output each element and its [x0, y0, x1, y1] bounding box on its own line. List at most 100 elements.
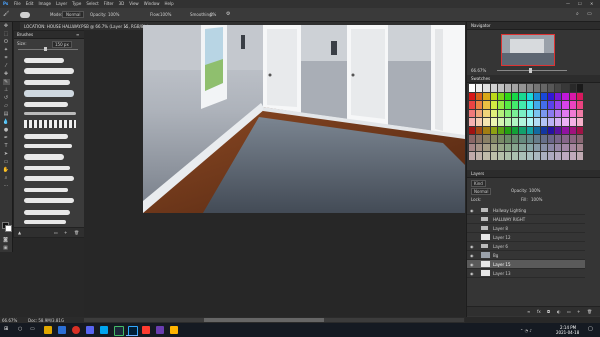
layer-row[interactable]: HALLWAY RIGHT: [467, 215, 585, 224]
color-swatch[interactable]: [562, 92, 569, 101]
color-swatch[interactable]: [476, 126, 483, 135]
color-swatch[interactable]: [576, 135, 583, 143]
layer-style-icon[interactable]: fx: [537, 309, 541, 314]
hand-tool-icon[interactable]: ✋: [3, 167, 10, 173]
menu-edit[interactable]: Edit: [26, 1, 34, 6]
layer-row[interactable]: ◉ Layer 6: [467, 242, 585, 251]
color-swatch[interactable]: [512, 101, 519, 109]
color-swatch[interactable]: [533, 101, 540, 109]
path-select-tool-icon[interactable]: ➤: [3, 151, 10, 157]
color-swatch[interactable]: [476, 84, 483, 92]
color-swatch[interactable]: [569, 152, 576, 160]
chrome-icon[interactable]: [72, 326, 80, 334]
color-swatch[interactable]: [469, 118, 476, 126]
color-swatch[interactable]: [476, 118, 483, 126]
healing-tool-icon[interactable]: ✚: [3, 71, 10, 77]
color-swatch[interactable]: [519, 143, 526, 152]
color-swatch[interactable]: [576, 126, 583, 135]
eye-icon[interactable]: ◉: [470, 244, 474, 249]
clone-stamp-tool-icon[interactable]: ⊥: [3, 87, 10, 93]
color-swatch[interactable]: [526, 135, 533, 143]
color-swatch[interactable]: [497, 101, 504, 109]
layer-row[interactable]: Layer 8: [467, 224, 585, 233]
color-swatch[interactable]: [512, 152, 519, 160]
color-swatch[interactable]: [504, 118, 512, 126]
menu-file[interactable]: File: [14, 1, 21, 6]
brush-stroke-preview[interactable]: [24, 220, 66, 224]
color-swatch[interactable]: [548, 152, 555, 160]
layer-name[interactable]: Layer 13: [493, 271, 511, 276]
navigator-zoom-slider[interactable]: [497, 70, 567, 71]
color-swatch[interactable]: [469, 92, 476, 101]
color-swatch[interactable]: [576, 118, 583, 126]
color-swatch[interactable]: [533, 118, 540, 126]
color-swatch[interactable]: [526, 101, 533, 109]
color-swatch[interactable]: [504, 84, 512, 92]
color-swatch[interactable]: [555, 109, 562, 118]
menu-3d[interactable]: 3D: [119, 1, 125, 6]
color-swatch[interactable]: [576, 143, 583, 152]
layer-name[interactable]: Hallway Lighting: [493, 208, 526, 213]
windows-start-icon[interactable]: ⊞: [4, 326, 8, 332]
store-icon[interactable]: [100, 326, 108, 334]
steam-icon[interactable]: [114, 326, 124, 336]
color-swatch[interactable]: [490, 126, 497, 135]
brush-stroke-preview[interactable]: [24, 154, 64, 160]
color-swatch[interactable]: [576, 152, 583, 160]
color-swatch[interactable]: [540, 84, 548, 92]
eyedropper-tool-icon[interactable]: ⁄: [3, 63, 10, 69]
clock-date[interactable]: 2021-04-18: [556, 330, 579, 335]
search-icon[interactable]: ○: [18, 326, 22, 332]
navigator-zoom-value[interactable]: 66.67%: [471, 68, 486, 73]
opacity-value[interactable]: 100%: [108, 12, 119, 17]
new-folder-icon[interactable]: ▭: [54, 230, 58, 235]
brush-size-slider[interactable]: [18, 49, 78, 50]
color-swatch[interactable]: [476, 92, 483, 101]
color-swatch[interactable]: [490, 143, 497, 152]
color-swatch[interactable]: [569, 135, 576, 143]
color-swatch[interactable]: [476, 135, 483, 143]
color-swatch[interactable]: [469, 84, 476, 92]
brush-stroke-preview[interactable]: [24, 198, 74, 203]
dodge-tool-icon[interactable]: ●: [3, 127, 10, 133]
color-swatch[interactable]: [476, 143, 483, 152]
search-icon[interactable]: ⌕: [576, 11, 579, 17]
color-swatch[interactable]: [569, 126, 576, 135]
color-swatch[interactable]: [512, 92, 519, 101]
layer-row[interactable]: ◉ Hallway Lighting: [467, 206, 585, 215]
color-swatch[interactable]: [569, 143, 576, 152]
brush-stroke-preview[interactable]: [24, 144, 72, 148]
color-swatch[interactable]: [519, 101, 526, 109]
menu-layer[interactable]: Layer: [56, 1, 67, 6]
layer-name[interactable]: Layer 8: [493, 226, 508, 231]
layer-row[interactable]: Layer 12: [467, 233, 585, 242]
color-swatch[interactable]: [540, 152, 548, 160]
color-swatch[interactable]: [483, 143, 490, 152]
menu-filter[interactable]: Filter: [104, 1, 114, 6]
color-swatch[interactable]: [526, 152, 533, 160]
move-tool-icon[interactable]: ✥: [3, 23, 10, 29]
task-view-icon[interactable]: ▭: [30, 326, 35, 332]
color-swatch[interactable]: [504, 143, 512, 152]
color-swatch[interactable]: [469, 109, 476, 118]
close-tab-icon[interactable]: ✕: [124, 24, 127, 29]
shape-tool-icon[interactable]: ▭: [3, 159, 10, 165]
color-swatch[interactable]: [497, 152, 504, 160]
layer-filter-kind[interactable]: Kind: [471, 180, 486, 187]
color-swatch[interactable]: [483, 101, 490, 109]
color-swatch[interactable]: [504, 92, 512, 101]
layer-row[interactable]: ◉ Bg: [467, 251, 585, 260]
layer-row[interactable]: ◉ Layer 13: [467, 269, 585, 278]
panel-menu-icon[interactable]: ≡: [76, 32, 79, 37]
color-swatch[interactable]: [562, 118, 569, 126]
navigator-preview[interactable]: [501, 34, 555, 66]
color-swatch[interactable]: [490, 118, 497, 126]
layer-name[interactable]: HALLWAY RIGHT: [493, 217, 525, 222]
color-swatch[interactable]: [526, 92, 533, 101]
color-swatch[interactable]: [483, 126, 490, 135]
color-swatch[interactable]: [519, 109, 526, 118]
app-icon[interactable]: [170, 326, 178, 334]
color-swatch[interactable]: [548, 109, 555, 118]
document-canvas[interactable]: [143, 25, 465, 213]
smoothing-value[interactable]: 0%: [210, 12, 216, 17]
